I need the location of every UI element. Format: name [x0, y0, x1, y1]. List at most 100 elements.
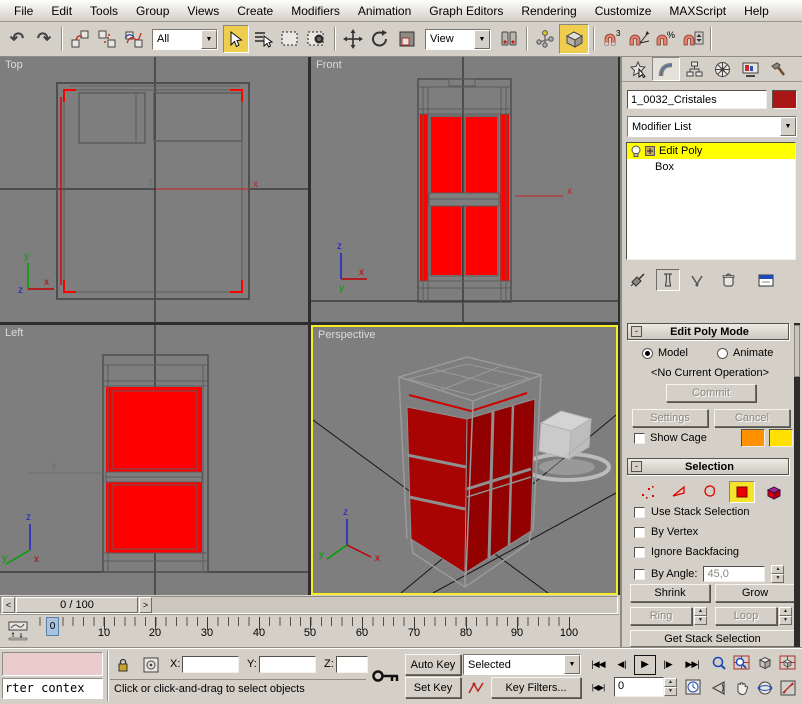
open-mini-curve-editor-icon[interactable] — [4, 618, 32, 644]
collapse-icon[interactable]: - — [631, 461, 642, 472]
by-angle-value-field[interactable]: 45,0 — [703, 566, 765, 582]
collapse-icon[interactable]: - — [631, 326, 642, 337]
select-object-button[interactable] — [223, 25, 249, 53]
by-vertex-checkbox[interactable]: By Vertex — [634, 526, 698, 538]
configure-modifier-sets-icon[interactable] — [754, 269, 778, 291]
spin-up-icon[interactable]: ▲ — [664, 678, 677, 687]
go-to-end-icon[interactable]: ▶▶| — [680, 655, 704, 675]
select-and-manipulate-icon[interactable] — [532, 25, 558, 53]
select-and-scale-icon[interactable] — [394, 25, 420, 53]
absolute-offset-toggle-icon[interactable] — [140, 655, 162, 675]
cage-selected-color-swatch[interactable] — [769, 429, 793, 447]
snaps-toggle-icon[interactable] — [559, 24, 589, 54]
selection-filter-dropdown[interactable]: All ▼ — [152, 29, 218, 50]
viewport-left[interactable]: Left y — [0, 325, 308, 595]
menu-create[interactable]: Create — [229, 2, 281, 20]
radio-icon[interactable] — [642, 348, 653, 359]
chevron-down-icon[interactable]: ▼ — [474, 30, 490, 49]
pin-stack-icon[interactable] — [626, 269, 650, 291]
zoom-all-icon[interactable] — [731, 652, 753, 674]
model-radio[interactable]: Model — [642, 347, 688, 359]
default-in-out-tangents-icon[interactable] — [463, 677, 489, 698]
previous-frame-icon[interactable]: ◀| — [612, 655, 632, 675]
reference-coordsys-dropdown[interactable]: View ▼ — [425, 29, 491, 50]
window-crossing-toggle-icon[interactable] — [304, 25, 330, 53]
unlink-selection-icon[interactable] — [94, 25, 120, 53]
chevron-down-icon[interactable]: ▼ — [564, 655, 580, 674]
by-angle-checkbox[interactable]: By Angle: 45,0 ▲▼ — [634, 565, 784, 583]
menu-rendering[interactable]: Rendering — [513, 2, 584, 20]
by-angle-spinner[interactable]: ▲▼ — [771, 565, 784, 583]
maxscript-listener-line[interactable]: rter contex — [2, 678, 103, 699]
y-coord-field[interactable] — [259, 656, 316, 673]
object-color-swatch[interactable] — [772, 90, 797, 109]
viewport-front[interactable]: Front — [311, 57, 618, 322]
zoom-extents-icon[interactable] — [754, 652, 776, 674]
checkbox-icon[interactable] — [634, 507, 645, 518]
animate-radio[interactable]: Animate — [717, 347, 773, 359]
viewport-left-canvas[interactable]: y z y x — [0, 325, 308, 595]
select-and-move-icon[interactable] — [340, 25, 366, 53]
auto-key-button[interactable]: Auto Key — [405, 654, 461, 675]
loop-button[interactable]: Loop — [715, 607, 777, 625]
field-of-view-icon[interactable] — [708, 677, 730, 699]
go-to-start-icon[interactable]: |◀◀ — [586, 655, 610, 675]
select-link-icon[interactable] — [67, 25, 93, 53]
select-and-rotate-icon[interactable] — [367, 25, 393, 53]
modifier-list-dropdown[interactable]: Modifier List ▼ — [627, 116, 797, 137]
use-center-flyout-icon[interactable] — [496, 25, 522, 53]
x-coord-field[interactable] — [182, 656, 239, 673]
checkbox-icon[interactable] — [634, 547, 645, 558]
bind-to-space-warp-icon[interactable] — [121, 25, 147, 53]
object-name-field[interactable] — [627, 90, 767, 109]
viewport-front-canvas[interactable]: x z y x — [311, 57, 618, 322]
frame-spinner[interactable]: ▲▼ — [664, 678, 677, 696]
undo-icon[interactable]: ↶ — [4, 25, 30, 53]
stack-row-box[interactable]: Box — [627, 159, 795, 175]
select-by-name-icon[interactable] — [250, 25, 276, 53]
menu-animation[interactable]: Animation — [350, 2, 419, 20]
zoom-icon[interactable] — [708, 652, 730, 674]
spinner-snap-toggle-icon[interactable] — [680, 25, 706, 53]
time-slider-prev-button[interactable]: < — [2, 597, 15, 613]
menu-modifiers[interactable]: Modifiers — [283, 2, 348, 20]
tab-motion[interactable] — [708, 57, 736, 81]
menu-file[interactable]: File — [6, 2, 41, 20]
percent-snap-toggle-icon[interactable]: % — [653, 25, 679, 53]
tab-create[interactable] — [624, 57, 652, 81]
selection-lock-icon[interactable] — [112, 655, 134, 675]
min-max-toggle-icon[interactable] — [777, 677, 799, 699]
menu-edit[interactable]: Edit — [43, 2, 80, 20]
checkbox-icon[interactable] — [634, 569, 645, 580]
get-stack-selection-button[interactable]: Get Stack Selection — [630, 630, 795, 647]
ignore-backfacing-checkbox[interactable]: Ignore Backfacing — [634, 546, 739, 558]
viewport-front-label[interactable]: Front — [316, 59, 342, 71]
key-mode-toggle-icon[interactable]: |◀▶| — [586, 677, 610, 697]
tab-utilities[interactable] — [764, 57, 792, 81]
ring-button[interactable]: Ring — [630, 607, 692, 625]
expand-plus-icon[interactable] — [645, 146, 655, 156]
menu-group[interactable]: Group — [128, 2, 177, 20]
stack-row-edit-poly[interactable]: Edit Poly — [627, 143, 795, 159]
spin-down-icon[interactable]: ▼ — [694, 616, 707, 625]
loop-spinner[interactable]: ▲▼ — [779, 607, 792, 625]
radio-icon[interactable] — [717, 348, 728, 359]
current-frame-field[interactable]: 0 — [614, 677, 664, 697]
menu-graph-editors[interactable]: Graph Editors — [421, 2, 511, 20]
redo-icon[interactable]: ↷ — [31, 25, 57, 53]
selection-region-icon[interactable] — [277, 25, 303, 53]
border-mode-icon[interactable] — [698, 482, 722, 502]
use-stack-selection-checkbox[interactable]: Use Stack Selection — [634, 506, 749, 518]
commit-button[interactable]: Commit — [666, 384, 756, 402]
chevron-down-icon[interactable]: ▼ — [201, 30, 217, 49]
menu-customize[interactable]: Customize — [587, 2, 660, 20]
panel-scrollbar[interactable] — [794, 323, 800, 647]
selection-set-dropdown[interactable]: Selected ▼ — [463, 654, 581, 675]
edge-mode-icon[interactable] — [667, 482, 691, 502]
z-coord-field[interactable] — [336, 656, 368, 673]
time-slider-handle[interactable]: 0 / 100 — [16, 597, 138, 613]
grow-button[interactable]: Grow — [715, 584, 795, 602]
track-bar-ruler[interactable]: 10 20 30 40 50 60 70 80 90 100 0 — [38, 617, 616, 646]
viewport-perspective-label[interactable]: Perspective — [318, 329, 375, 341]
menu-tools[interactable]: Tools — [82, 2, 126, 20]
